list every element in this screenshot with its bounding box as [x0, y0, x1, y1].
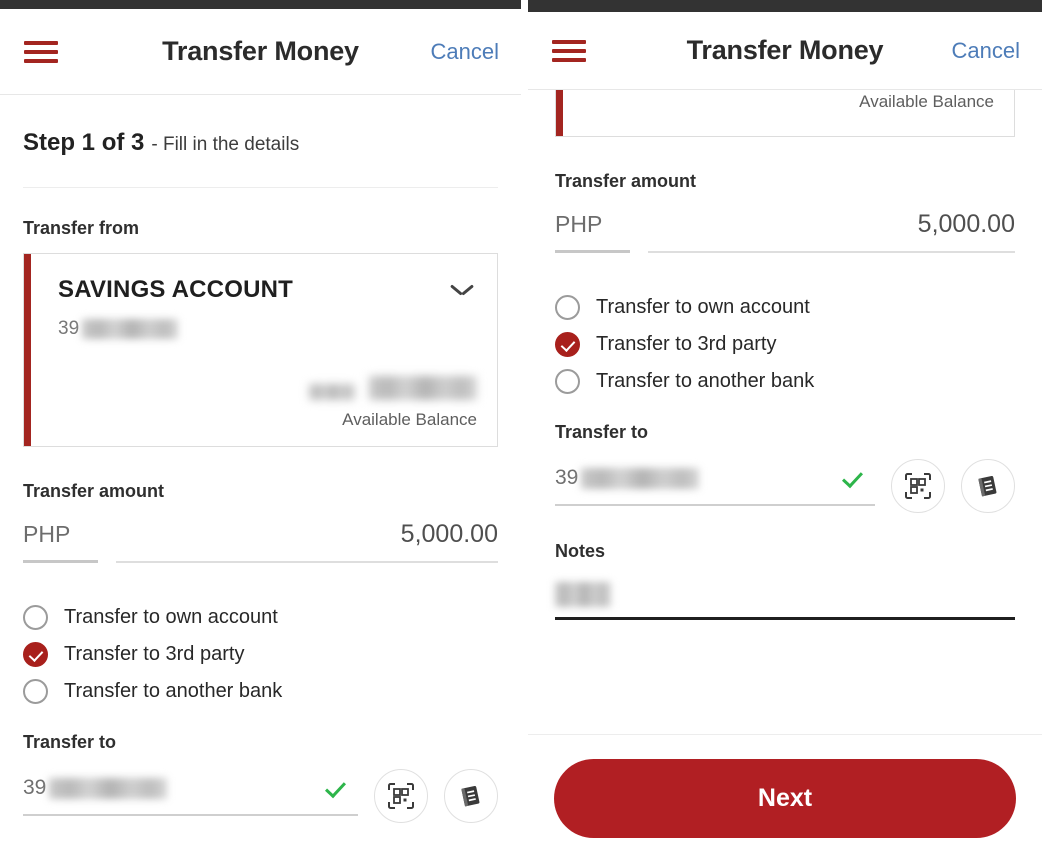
radio-circle-icon — [555, 295, 580, 320]
transfer-from-section: Transfer from SAVINGS ACCOUNT 39 Availab… — [23, 188, 498, 447]
hamburger-menu-icon[interactable] — [552, 39, 586, 62]
balance-block: Available Balance — [309, 376, 477, 430]
step-number: Step 1 of 3 — [23, 129, 145, 156]
cancel-button[interactable]: Cancel — [431, 39, 499, 65]
account-number-prefix: 39 — [58, 318, 80, 339]
transfer-amount-label: Transfer amount — [23, 481, 165, 501]
transfer-to-input[interactable]: 39 — [23, 776, 358, 816]
transfer-to-prefix: 39 — [555, 466, 579, 489]
radio-check-icon — [23, 642, 48, 667]
status-bar — [528, 0, 1042, 12]
radio-label: Transfer to 3rd party — [64, 643, 245, 665]
radio-circle-icon — [555, 369, 580, 394]
status-bar — [0, 0, 521, 9]
next-button[interactable]: Next — [554, 759, 1016, 838]
notes-input[interactable] — [555, 582, 1015, 620]
transfer-to-row: 39 — [555, 459, 1015, 513]
radio-label: Transfer to own account — [64, 606, 278, 628]
hamburger-bar — [552, 39, 586, 44]
qr-scan-icon[interactable] — [374, 769, 428, 823]
radio-label: Transfer to another bank — [64, 680, 283, 702]
green-check-icon — [841, 467, 863, 489]
hamburger-bar — [552, 48, 586, 53]
hamburger-bar — [24, 49, 58, 54]
radio-transfer-own-account[interactable]: Transfer to own account — [23, 599, 498, 636]
qr-scan-icon[interactable] — [891, 459, 945, 513]
source-account-card[interactable]: SAVINGS ACCOUNT 39 Available Balance — [23, 253, 498, 447]
balance-currency-redacted — [309, 384, 355, 400]
radio-check-icon — [555, 332, 580, 357]
address-book-icon[interactable] — [961, 459, 1015, 513]
source-account-card-partial[interactable]: Available Balance — [555, 90, 1015, 137]
transfer-amount-section: Transfer amount PHP 5,000.00 — [23, 447, 498, 563]
transfer-to-label: Transfer to — [555, 422, 649, 442]
radio-label: Transfer to own account — [596, 296, 810, 318]
transfer-to-section: Transfer to 39 — [23, 710, 498, 823]
radio-circle-icon — [23, 605, 48, 630]
chevron-down-icon[interactable] — [451, 284, 473, 296]
transfer-to-redacted — [49, 777, 168, 799]
address-book-icon[interactable] — [444, 769, 498, 823]
panel-divider — [521, 0, 528, 868]
radio-transfer-3rd-party[interactable]: Transfer to 3rd party — [555, 326, 1015, 363]
available-balance-label: Available Balance — [859, 92, 994, 111]
hamburger-bar — [552, 57, 586, 62]
hamburger-bar — [24, 58, 58, 63]
notes-value-redacted — [555, 582, 611, 607]
transfer-amount-label: Transfer amount — [555, 171, 697, 191]
transfer-to-value: 39 — [555, 466, 700, 490]
step-description: - Fill in the details — [151, 134, 300, 155]
hamburger-bar — [24, 40, 58, 45]
address-book-glyph — [978, 476, 997, 497]
transfer-to-label: Transfer to — [23, 732, 117, 752]
radio-circle-icon — [23, 679, 48, 704]
transfer-from-label: Transfer from — [23, 218, 140, 238]
radio-transfer-own-account[interactable]: Transfer to own account — [555, 289, 1015, 326]
radio-transfer-3rd-party[interactable]: Transfer to 3rd party — [23, 636, 498, 673]
transfer-amount-row: PHP 5,000.00 — [555, 210, 1015, 253]
currency-select[interactable]: PHP — [23, 521, 98, 563]
transfer-to-redacted — [581, 467, 700, 489]
amount-input[interactable]: 5,000.00 — [648, 210, 1015, 253]
available-balance-label: Available Balance — [342, 410, 477, 429]
right-phone-panel: Transfer Money Cancel Available Balance … — [528, 0, 1042, 868]
cancel-button[interactable]: Cancel — [952, 38, 1020, 64]
address-book-glyph — [461, 786, 480, 807]
transfer-to-row: 39 — [23, 769, 498, 823]
footer-bar: Next — [528, 734, 1042, 868]
balance-value-redacted — [369, 376, 477, 400]
amount-input[interactable]: 5,000.00 — [116, 520, 498, 563]
account-number: 39 — [58, 318, 477, 340]
transfer-type-group: Transfer to own account Transfer to 3rd … — [23, 563, 498, 710]
transfer-amount-section: Transfer amount PHP 5,000.00 — [555, 137, 1015, 253]
right-content: Available Balance Transfer amount PHP 5,… — [528, 90, 1042, 620]
transfer-to-prefix: 39 — [23, 776, 47, 799]
transfer-to-section: Transfer to 39 — [555, 400, 1015, 513]
transfer-to-value: 39 — [23, 776, 168, 800]
green-check-icon — [324, 777, 346, 799]
screenshot-stage: Transfer Money Cancel Step 1 of 3 - Fill… — [0, 0, 1042, 868]
transfer-amount-row: PHP 5,000.00 — [23, 520, 498, 563]
currency-select[interactable]: PHP — [555, 211, 630, 253]
account-name: SAVINGS ACCOUNT — [58, 276, 294, 303]
left-phone-panel: Transfer Money Cancel Step 1 of 3 - Fill… — [0, 0, 521, 868]
transfer-to-input[interactable]: 39 — [555, 466, 875, 506]
notes-section: Notes — [555, 513, 1015, 620]
notes-label: Notes — [555, 541, 606, 561]
radio-label: Transfer to another bank — [596, 370, 815, 392]
qr-scan-glyph — [905, 473, 931, 499]
qr-scan-glyph — [388, 783, 414, 809]
app-header: Transfer Money Cancel — [528, 12, 1042, 90]
left-content: Step 1 of 3 - Fill in the details Transf… — [0, 95, 521, 823]
transfer-type-group: Transfer to own account Transfer to 3rd … — [555, 253, 1015, 400]
radio-transfer-another-bank[interactable]: Transfer to another bank — [23, 673, 498, 710]
radio-transfer-another-bank[interactable]: Transfer to another bank — [555, 363, 1015, 400]
balance-amount-redacted — [309, 376, 477, 400]
app-header: Transfer Money Cancel — [0, 9, 521, 95]
step-indicator: Step 1 of 3 - Fill in the details — [23, 95, 498, 188]
account-number-redacted — [82, 319, 179, 339]
radio-label: Transfer to 3rd party — [596, 333, 777, 355]
hamburger-menu-icon[interactable] — [24, 40, 58, 63]
